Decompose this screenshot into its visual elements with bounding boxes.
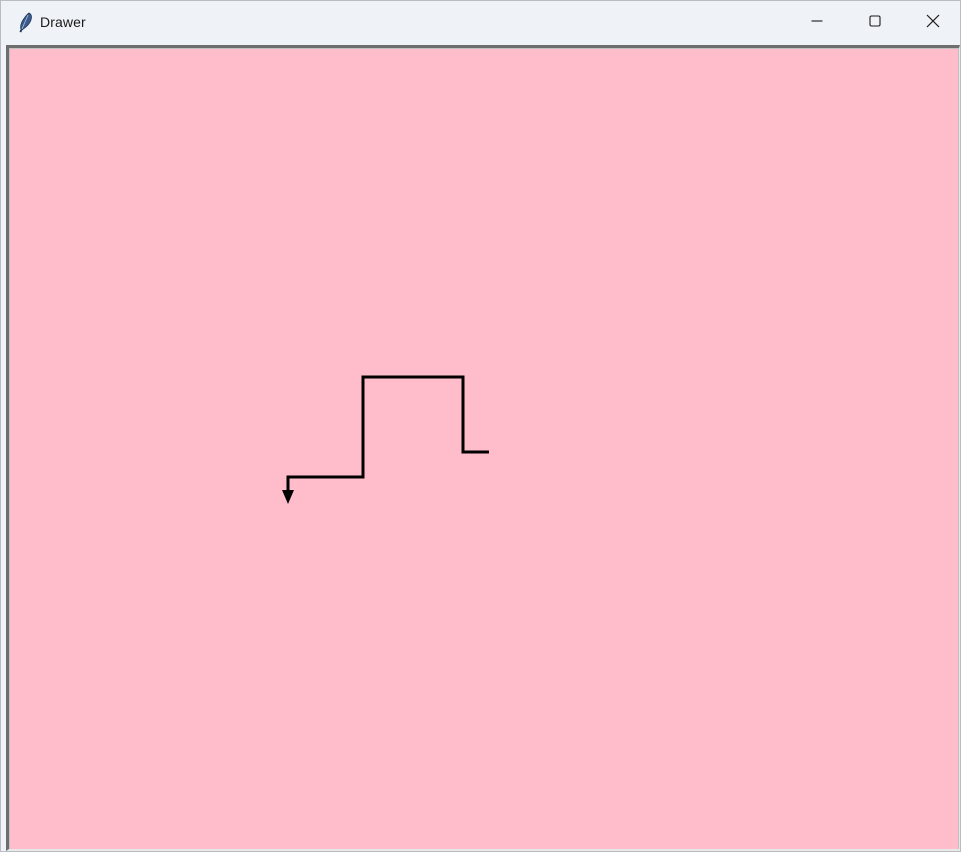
drawing-canvas[interactable]: [10, 49, 958, 849]
close-button[interactable]: [904, 1, 961, 45]
maximize-icon: [869, 14, 881, 32]
minimize-button[interactable]: [788, 1, 846, 45]
app-window: Drawer: [0, 0, 961, 852]
title-bar[interactable]: Drawer: [1, 1, 960, 45]
canvas-background: [10, 49, 958, 849]
close-icon: [926, 14, 940, 33]
minimize-icon: [811, 14, 823, 32]
feather-icon: [15, 12, 35, 34]
maximize-button[interactable]: [846, 1, 904, 45]
window-title: Drawer: [40, 14, 86, 30]
